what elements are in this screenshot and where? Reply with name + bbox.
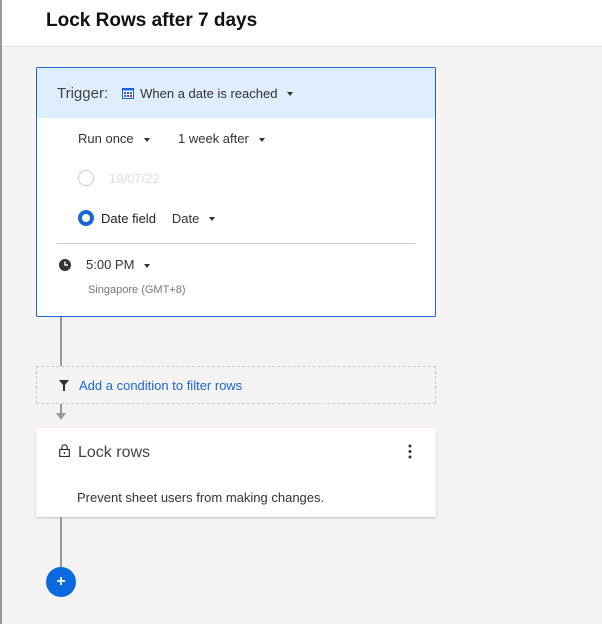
connector-line bbox=[60, 517, 62, 567]
timezone-label: Singapore (GMT+8) bbox=[88, 284, 186, 296]
frequency-label: Run once bbox=[78, 131, 134, 146]
date-field-dropdown[interactable]: Date bbox=[171, 210, 216, 226]
date-field-option[interactable]: Date field Date bbox=[78, 210, 216, 226]
caret-down-icon bbox=[209, 217, 216, 222]
specific-date-option[interactable]: 19/07/22 bbox=[78, 170, 160, 186]
date-value: 19/07/22 bbox=[109, 170, 160, 186]
more-options-icon[interactable] bbox=[408, 444, 416, 464]
time-dropdown[interactable]: 5:00 PM bbox=[86, 257, 151, 272]
arrow-down-icon bbox=[56, 413, 66, 420]
divider bbox=[57, 243, 415, 244]
clock-icon bbox=[59, 259, 71, 271]
caret-down-icon bbox=[143, 137, 150, 142]
caret-down-icon bbox=[287, 92, 294, 97]
action-title: Lock rows bbox=[78, 444, 151, 461]
action-description: Prevent sheet users from making changes. bbox=[77, 490, 325, 505]
filter-box[interactable]: Add a condition to filter rows bbox=[36, 366, 436, 404]
offset-label: 1 week after bbox=[178, 131, 249, 146]
date-radio[interactable] bbox=[78, 170, 94, 186]
lock-icon bbox=[59, 444, 70, 457]
trigger-header: Trigger: When a date is reached bbox=[37, 68, 435, 118]
add-condition-link[interactable]: Add a condition to filter rows bbox=[79, 378, 242, 393]
add-step-button[interactable]: + bbox=[46, 567, 76, 597]
caret-down-icon bbox=[258, 137, 265, 142]
connector-line bbox=[60, 317, 62, 366]
time-label: 5:00 PM bbox=[86, 257, 135, 272]
date-field-radio[interactable] bbox=[78, 210, 94, 226]
trigger-type-dropdown[interactable]: When a date is reached bbox=[122, 85, 294, 101]
trigger-card[interactable]: Trigger: When a date is reached Run once… bbox=[36, 67, 436, 317]
calendar-icon bbox=[122, 87, 135, 99]
caret-down-icon bbox=[144, 263, 151, 268]
filter-icon bbox=[59, 379, 69, 391]
header: Lock Rows after 7 days bbox=[2, 0, 602, 47]
date-field-value: Date bbox=[171, 210, 200, 226]
date-field-label: Date field bbox=[101, 210, 156, 226]
trigger-label: Trigger: bbox=[57, 84, 109, 102]
frequency-dropdown[interactable]: Run once bbox=[78, 131, 150, 146]
page-title: Lock Rows after 7 days bbox=[46, 10, 258, 31]
left-border bbox=[0, 0, 2, 624]
trigger-type-label: When a date is reached bbox=[140, 85, 278, 101]
offset-dropdown[interactable]: 1 week after bbox=[178, 131, 265, 146]
lock-rows-card[interactable]: Lock rows Prevent sheet users from makin… bbox=[36, 428, 436, 517]
